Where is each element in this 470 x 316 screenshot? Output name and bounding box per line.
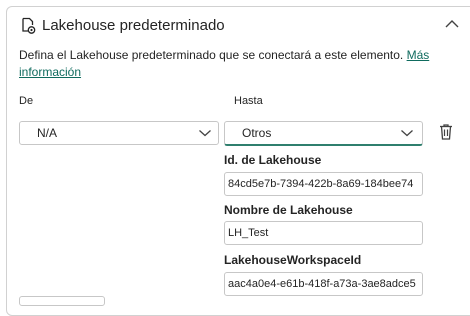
- chevron-down-icon: [401, 130, 413, 137]
- lakehouse-id-field[interactable]: [224, 172, 423, 196]
- workspace-id-label: LakehouseWorkspaceId: [224, 253, 362, 267]
- lakehouse-name-label: Nombre de Lakehouse: [224, 203, 353, 217]
- to-label: Hasta: [234, 95, 263, 107]
- workspace-id-input[interactable]: [228, 274, 422, 294]
- workspace-id-field[interactable]: [224, 272, 423, 296]
- lakehouse-id-label: Id. de Lakehouse: [224, 153, 322, 167]
- lakehouse-name-field[interactable]: [224, 221, 423, 245]
- lakehouse-name-input[interactable]: [228, 223, 422, 243]
- chevron-down-icon: [199, 130, 211, 137]
- description-text: Defina el Lakehouse predeterminado que s…: [19, 48, 407, 62]
- from-dropdown[interactable]: N/A: [19, 121, 219, 145]
- lakehouse-settings-icon: [22, 17, 36, 34]
- section-title: Lakehouse predeterminado: [42, 17, 225, 34]
- from-dropdown-value: N/A: [37, 126, 58, 140]
- chevron-up-icon[interactable]: [444, 18, 460, 30]
- from-label: De: [19, 95, 34, 107]
- section-description: Defina el Lakehouse predeterminado que s…: [19, 47, 439, 81]
- to-dropdown-value: Otros: [242, 126, 272, 140]
- trash-icon[interactable]: [438, 123, 454, 141]
- add-mapping-button[interactable]: [19, 296, 105, 306]
- to-dropdown[interactable]: Otros: [224, 121, 423, 146]
- lakehouse-id-input[interactable]: [228, 174, 422, 194]
